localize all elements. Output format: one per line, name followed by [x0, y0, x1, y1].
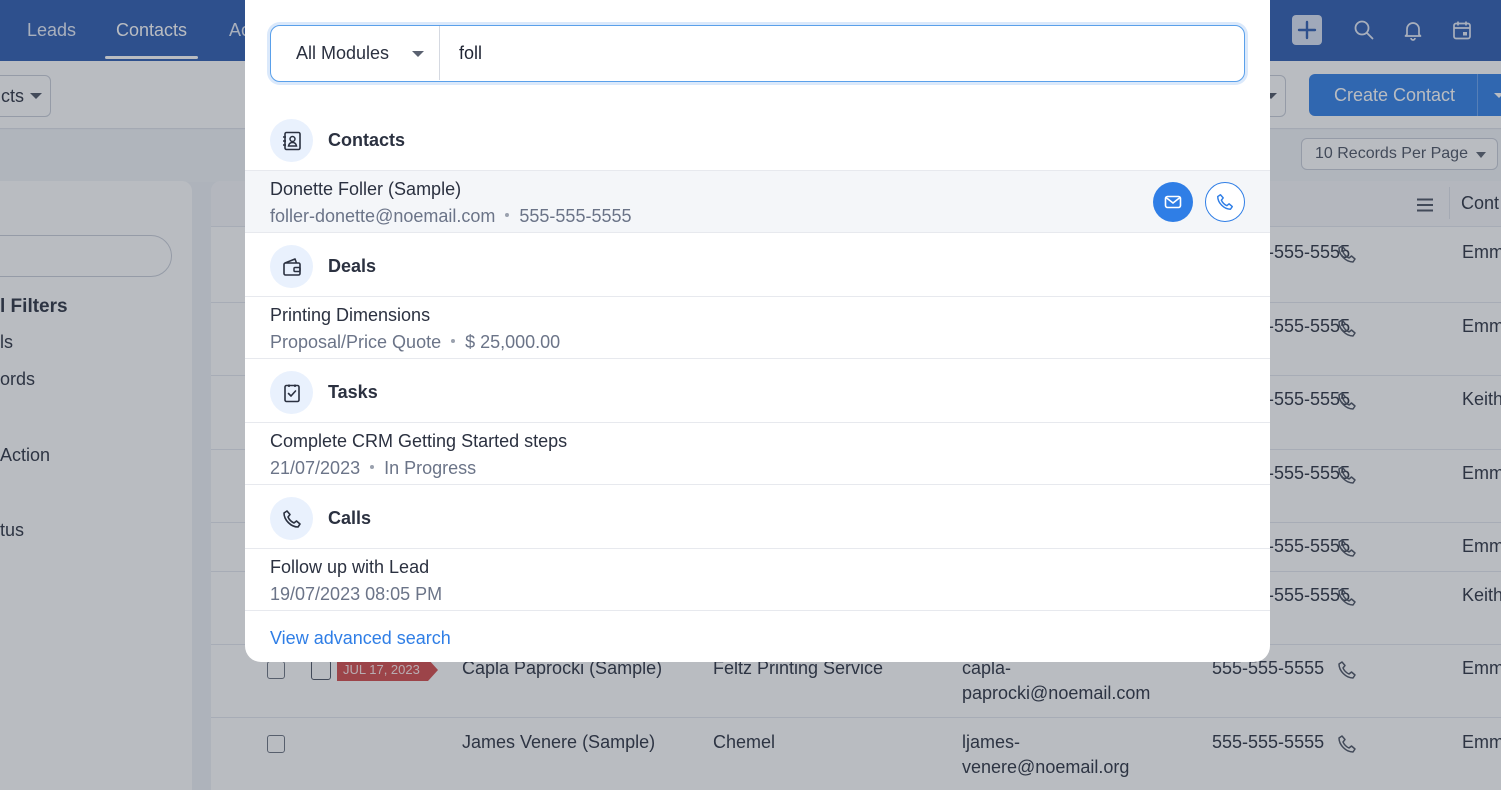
mail-icon	[1164, 195, 1182, 209]
module-select-label: All Modules	[296, 43, 390, 63]
search-bar: All Modules	[270, 25, 1245, 82]
section-tasks: Tasks	[245, 361, 1270, 423]
search-result-deal[interactable]: Printing Dimensions Proposal/Price Quote…	[245, 297, 1270, 359]
result-datetime: 19/07/2023 08:05 PM	[270, 584, 443, 604]
module-select[interactable]: All Modules	[271, 26, 440, 80]
section-contacts: Contacts	[245, 109, 1270, 171]
task-clipboard-icon	[270, 371, 313, 414]
section-title: Deals	[328, 256, 377, 276]
chevron-down-icon	[412, 51, 424, 57]
result-email: foller-donette@noemail.com	[270, 206, 496, 226]
result-stage: Proposal/Price Quote	[270, 332, 442, 352]
section-calls: Calls	[245, 487, 1270, 549]
separator-dot	[451, 339, 456, 344]
phone-icon	[270, 497, 313, 540]
result-subtitle: foller-donette@noemail.com 555-555-5555	[270, 206, 632, 227]
contact-book-icon	[270, 119, 313, 162]
phone-icon	[1217, 194, 1233, 210]
result-subtitle: 21/07/2023 In Progress	[270, 458, 476, 479]
search-result-task[interactable]: Complete CRM Getting Started steps 21/07…	[245, 423, 1270, 485]
wallet-icon	[270, 245, 313, 288]
result-subtitle: Proposal/Price Quote $ 25,000.00	[270, 332, 560, 353]
separator-dot	[370, 465, 375, 470]
separator-dot	[505, 213, 510, 218]
call-button[interactable]	[1205, 182, 1245, 222]
result-status: In Progress	[384, 458, 477, 478]
result-title[interactable]: Donette Foller (Sample)	[270, 179, 461, 200]
view-advanced-search-link[interactable]: View advanced search	[270, 628, 451, 649]
search-result-call[interactable]: Follow up with Lead 19/07/2023 08:05 PM	[245, 549, 1270, 611]
result-title[interactable]: Follow up with Lead	[270, 557, 429, 578]
global-search-modal: All Modules Contacts Donette Foller (Sam…	[245, 0, 1270, 662]
section-deals: Deals	[245, 235, 1270, 297]
section-title: Tasks	[328, 382, 378, 402]
result-title[interactable]: Complete CRM Getting Started steps	[270, 431, 567, 452]
search-result-contact[interactable]: Donette Foller (Sample) foller-donette@n…	[245, 171, 1270, 233]
result-amount: $ 25,000.00	[465, 332, 561, 352]
result-title[interactable]: Printing Dimensions	[270, 305, 430, 326]
section-title: Contacts	[328, 130, 406, 150]
send-email-button[interactable]	[1153, 182, 1193, 222]
search-input[interactable]	[441, 26, 1241, 80]
section-title: Calls	[328, 508, 372, 528]
result-phone: 555-555-5555	[519, 206, 632, 226]
result-date: 21/07/2023	[270, 458, 361, 478]
